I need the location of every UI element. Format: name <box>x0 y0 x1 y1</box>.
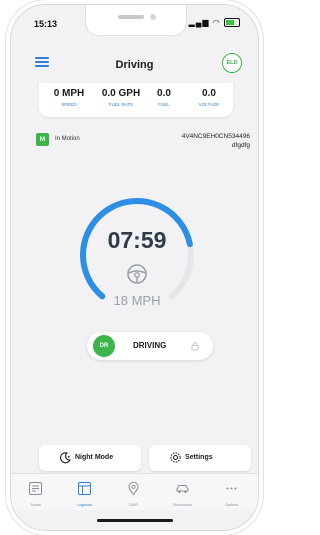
metric-fuel: 0.0 FUEL <box>149 88 179 107</box>
vehicle-name: dfgdfg <box>231 142 250 149</box>
eld-badge[interactable]: ELD <box>222 53 242 73</box>
phone-frame: 15:13 ▂▄▆ ◠ Driving ELD 0 MPH SPEED 0.0 … <box>10 4 259 531</box>
metric-label: FUEL RATE <box>108 102 134 107</box>
tab-label: Options <box>224 503 239 507</box>
metric-value: 0.0 GPH <box>101 88 141 99</box>
drive-time-gauge: 07:59 18 MPH <box>77 185 197 315</box>
system-icons: ▂▄▆ ◠ <box>188 18 240 28</box>
tab-label: Documents <box>172 503 193 507</box>
duty-status-selector[interactable]: DR DRIVING <box>87 332 213 360</box>
metric-value: 0.0 <box>202 88 216 99</box>
lock-icon <box>191 342 199 351</box>
tab-label: Social <box>30 503 41 507</box>
metric-value: 0 MPH <box>53 88 85 99</box>
wifi-icon: ◠ <box>212 18 221 27</box>
vehicle-info[interactable]: 4V4NC9EH0CN534496 dfgdfg <box>182 132 250 150</box>
gear-icon <box>170 452 181 463</box>
tab-documents[interactable]: Documents <box>158 477 207 507</box>
tab-logbook[interactable]: Logbook <box>60 477 109 507</box>
speaker <box>118 15 144 19</box>
metric-fuel-rate: 0.0 GPH FUEL RATE <box>95 88 147 107</box>
device-notch <box>85 5 187 36</box>
settings-label: Settings <box>185 454 213 461</box>
status-time: 15:13 <box>34 19 58 29</box>
bottom-tab-bar: Social Logbook DVIR Documents Options <box>11 473 258 510</box>
tab-social[interactable]: Social <box>11 477 60 507</box>
tab-label: DVIR <box>128 503 139 507</box>
steering-wheel-icon <box>127 264 147 284</box>
signal-icon: ▂▄▆ <box>188 18 210 27</box>
night-mode-label: Night Mode <box>75 454 114 461</box>
metric-voltage: 0.0 VOLTAGE <box>189 88 229 107</box>
tab-dvir[interactable]: DVIR <box>109 477 158 507</box>
location-pin-icon <box>128 481 139 496</box>
night-mode-button[interactable]: Night Mode <box>39 445 141 471</box>
metric-label: VOLTAGE <box>198 102 220 107</box>
more-icon <box>226 487 237 490</box>
status-bar: 15:13 ▂▄▆ ◠ <box>11 5 258 39</box>
tab-options[interactable]: Options <box>207 477 256 507</box>
page-title: Driving <box>115 59 154 71</box>
motion-row: M In Motion 4V4NC9EH0CN534496 dfgdfg <box>11 130 258 152</box>
tab-label: Logbook <box>77 503 92 507</box>
motion-badge: M <box>36 133 49 146</box>
settings-button[interactable]: Settings <box>149 445 251 471</box>
duty-status-badge: DR <box>93 335 115 357</box>
app-bar: Driving ELD <box>11 39 258 79</box>
vin-text: 4V4NC9EH0CN534496 <box>181 133 250 140</box>
social-icon <box>29 482 42 495</box>
metric-value: 0.0 <box>157 88 171 99</box>
night-mode-icon <box>60 452 71 464</box>
metric-label: SPEED <box>61 102 77 107</box>
metric-speed: 0 MPH SPEED <box>47 88 91 107</box>
current-speed: 18 MPH <box>113 293 161 308</box>
camera <box>150 14 156 20</box>
metric-label: FUEL <box>158 102 170 107</box>
motion-status: In Motion <box>55 136 80 142</box>
logbook-icon <box>78 482 91 495</box>
battery-icon <box>224 18 240 28</box>
drive-time-clock: 07:59 <box>107 227 167 253</box>
car-icon <box>176 485 189 494</box>
duty-status-label: DRIVING <box>133 341 167 350</box>
home-indicator <box>97 519 173 522</box>
metrics-card: 0 MPH SPEED 0.0 GPH FUEL RATE 0.0 FUEL 0… <box>39 83 233 117</box>
